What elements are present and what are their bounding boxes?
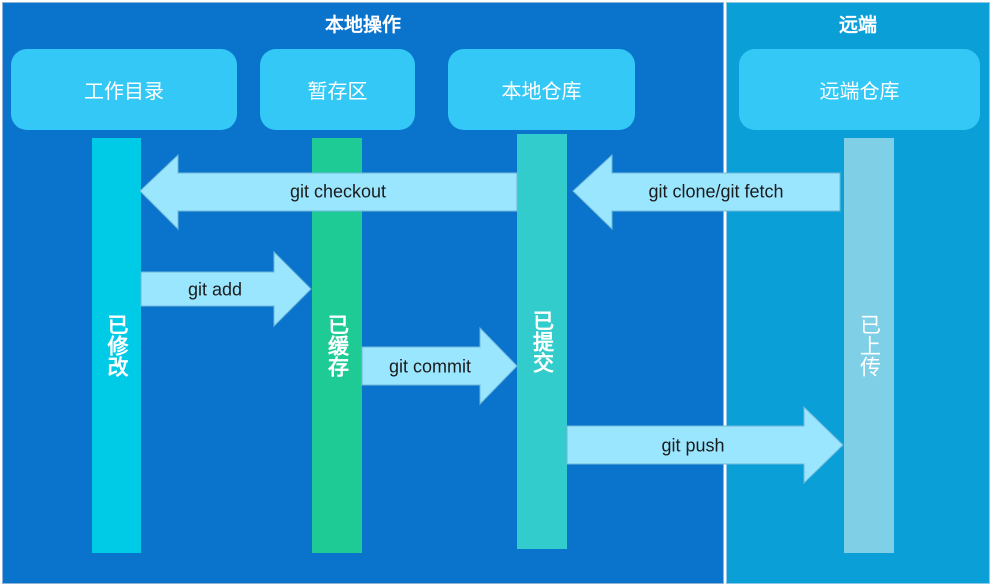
add-command-label: git add (187, 279, 243, 300)
checkout-command-label: git checkout (289, 181, 387, 202)
push-command-label: git push (661, 435, 725, 456)
clone-fetch-command-label: git clone/git fetch (648, 181, 784, 202)
commit-command-label: git commit (388, 356, 472, 377)
flow-arrows (139, 153, 844, 485)
